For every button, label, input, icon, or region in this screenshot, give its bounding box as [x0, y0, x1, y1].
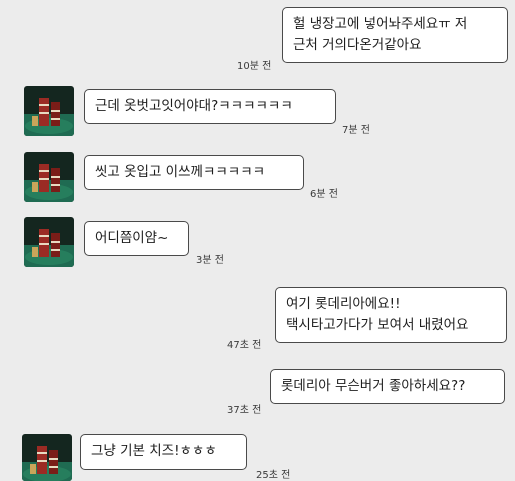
chat-area: 헐 냉장고에 넣어놔주세요ㅠ 저 근처 거의다온거같아요 10분 전 근데 옷벗… [0, 0, 515, 481]
message-text: 근데 옷벗고잇어야대?ㅋㅋㅋㅋㅋㅋ [95, 98, 293, 114]
message-text: 여기 롯데리아에요!! [286, 296, 401, 312]
message-text: 택시타고가다가 보여서 내렸어요 [286, 317, 469, 333]
profile-photo-icon[interactable] [24, 217, 74, 267]
message-text: 그냥 기본 치즈!ㅎㅎㅎ [91, 443, 217, 459]
message-time: 37초 전 [227, 405, 262, 416]
message-time: 10분 전 [237, 61, 272, 72]
message-text: 씻고 옷입고 이쓰께ㅋㅋㅋㅋㅋ [95, 164, 266, 180]
message-text: 어디쯤이얌~ [95, 230, 169, 246]
message-text: 롯데리아 무슨버거 좋아하세요?? [281, 378, 466, 394]
profile-photo-icon[interactable] [24, 86, 74, 136]
message-time: 6분 전 [310, 189, 338, 200]
sent-message-bubble: 여기 롯데리아에요!! 택시타고가다가 보여서 내렸어요 [275, 287, 507, 343]
received-message-bubble: 그냥 기본 치즈!ㅎㅎㅎ [80, 434, 247, 470]
sent-message-bubble: 롯데리아 무슨버거 좋아하세요?? [270, 369, 505, 404]
message-text: 근처 거의다온거같아요 [293, 37, 422, 53]
received-message-bubble: 씻고 옷입고 이쓰께ㅋㅋㅋㅋㅋ [84, 155, 304, 190]
message-time: 7분 전 [342, 125, 370, 136]
received-message-bubble: 근데 옷벗고잇어야대?ㅋㅋㅋㅋㅋㅋ [84, 89, 336, 124]
message-time: 47초 전 [227, 340, 262, 351]
message-text: 헐 냉장고에 넣어놔주세요ㅠ 저 [293, 16, 468, 32]
received-message-bubble: 어디쯤이얌~ [84, 221, 189, 256]
message-time: 3분 전 [196, 255, 224, 266]
message-time: 25초 전 [256, 470, 291, 481]
sent-message-bubble: 헐 냉장고에 넣어놔주세요ㅠ 저 근처 거의다온거같아요 [282, 7, 508, 63]
profile-photo-icon[interactable] [22, 434, 72, 481]
profile-photo-icon[interactable] [24, 152, 74, 202]
